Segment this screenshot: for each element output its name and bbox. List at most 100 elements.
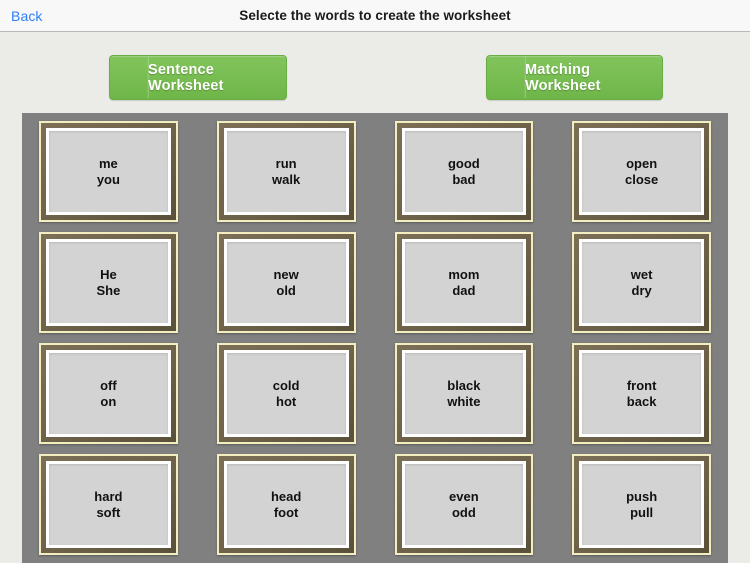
card-frame: open close (574, 123, 709, 220)
card-frame: cold hot (218, 345, 354, 442)
word-card[interactable]: hard soft (39, 454, 178, 555)
card-frame: good bad (396, 123, 532, 220)
word-cards-grid: me you run walk good bad open close He She new old m… (39, 121, 711, 563)
card-word-bottom: close (625, 171, 659, 187)
card-frame: even odd (396, 456, 532, 553)
card-mat: run walk (223, 128, 349, 215)
card-face: push pull (582, 464, 701, 545)
word-cards-panel: me you run walk good bad open close He She new old m… (22, 113, 728, 563)
card-mat: push pull (579, 461, 704, 548)
card-face: head foot (226, 464, 346, 545)
card-frame: push pull (574, 456, 709, 553)
card-mat: head foot (223, 461, 349, 548)
card-face: run walk (226, 131, 346, 212)
card-frame: off on (41, 345, 176, 442)
card-frame: mom dad (396, 234, 532, 331)
card-mat: hard soft (46, 461, 171, 548)
card-mat: front back (579, 350, 704, 437)
word-card[interactable]: cold hot (216, 343, 356, 444)
card-word-top: push (626, 488, 658, 504)
word-card[interactable]: good bad (394, 121, 534, 222)
card-word-bottom: odd (451, 504, 476, 520)
card-face: new old (226, 242, 346, 323)
card-word-bottom: bad (452, 171, 476, 187)
word-card[interactable]: wet dry (572, 232, 711, 333)
card-face: me you (49, 131, 168, 212)
header-bar: Selecte the words to create the workshee… (0, 0, 750, 32)
card-word-bottom: back (626, 393, 657, 409)
card-word-top: head (270, 488, 302, 504)
card-frame: He She (41, 234, 176, 331)
card-face: cold hot (226, 353, 346, 434)
card-word-bottom: you (96, 171, 120, 187)
word-card-row: hard soft head foot even odd push pull (39, 454, 711, 555)
card-word-top: open (626, 155, 658, 171)
back-button[interactable]: Back (11, 0, 43, 32)
card-mat: me you (46, 128, 171, 215)
word-card[interactable]: head foot (216, 454, 356, 555)
card-word-bottom: on (100, 393, 117, 409)
card-mat: new old (223, 239, 349, 326)
card-word-top: cold (272, 377, 300, 393)
word-card[interactable]: push pull (572, 454, 711, 555)
card-word-top: front (626, 377, 657, 393)
card-frame: hard soft (41, 456, 176, 553)
sentence-worksheet-label: Sentence Worksheet (148, 61, 224, 94)
card-word-top: mom (448, 266, 480, 282)
card-mat: black white (401, 350, 527, 437)
card-face: mom dad (404, 242, 524, 323)
matching-worksheet-label: Matching Worksheet (525, 61, 601, 94)
card-word-bottom: old (276, 282, 296, 298)
card-word-top: me (98, 155, 118, 171)
card-word-bottom: She (96, 282, 121, 298)
word-card[interactable]: He She (39, 232, 178, 333)
card-frame: head foot (218, 456, 354, 553)
word-card[interactable]: mom dad (394, 232, 534, 333)
card-face: even odd (404, 464, 524, 545)
card-word-bottom: white (447, 393, 481, 409)
word-card[interactable]: off on (39, 343, 178, 444)
card-face: wet dry (582, 242, 701, 323)
card-frame: black white (396, 345, 532, 442)
card-frame: new old (218, 234, 354, 331)
card-mat: He She (46, 239, 171, 326)
word-card[interactable]: run walk (216, 121, 356, 222)
card-face: hard soft (49, 464, 168, 545)
card-mat: even odd (401, 461, 527, 548)
card-face: open close (582, 131, 701, 212)
page-title: Selecte the words to create the workshee… (239, 8, 511, 23)
card-mat: open close (579, 128, 704, 215)
card-word-bottom: foot (273, 504, 299, 520)
card-word-top: run (275, 155, 297, 171)
sentence-worksheet-button[interactable]: Sentence Worksheet (109, 55, 287, 100)
card-frame: wet dry (574, 234, 709, 331)
word-card[interactable]: open close (572, 121, 711, 222)
word-card[interactable]: even odd (394, 454, 534, 555)
card-word-bottom: dad (452, 282, 476, 298)
matching-worksheet-button[interactable]: Matching Worksheet (486, 55, 663, 100)
card-word-top: good (447, 155, 480, 171)
card-word-bottom: dry (631, 282, 652, 298)
card-mat: off on (46, 350, 171, 437)
card-word-top: wet (630, 266, 653, 282)
word-card[interactable]: front back (572, 343, 711, 444)
card-word-top: even (449, 488, 479, 504)
card-word-top: He (100, 266, 117, 282)
card-mat: cold hot (223, 350, 349, 437)
word-card[interactable]: black white (394, 343, 534, 444)
card-word-bottom: pull (630, 504, 654, 520)
card-face: He She (49, 242, 168, 323)
card-frame: front back (574, 345, 709, 442)
card-word-bottom: walk (272, 171, 301, 187)
card-word-bottom: soft (96, 504, 121, 520)
card-word-top: new (273, 266, 299, 282)
card-face: black white (404, 353, 524, 434)
card-face: off on (49, 353, 168, 434)
card-frame: run walk (218, 123, 354, 220)
card-word-top: off (100, 377, 117, 393)
word-card[interactable]: me you (39, 121, 178, 222)
word-card[interactable]: new old (216, 232, 356, 333)
card-word-top: black (447, 377, 481, 393)
card-face: good bad (404, 131, 524, 212)
card-word-bottom: hot (276, 393, 297, 409)
